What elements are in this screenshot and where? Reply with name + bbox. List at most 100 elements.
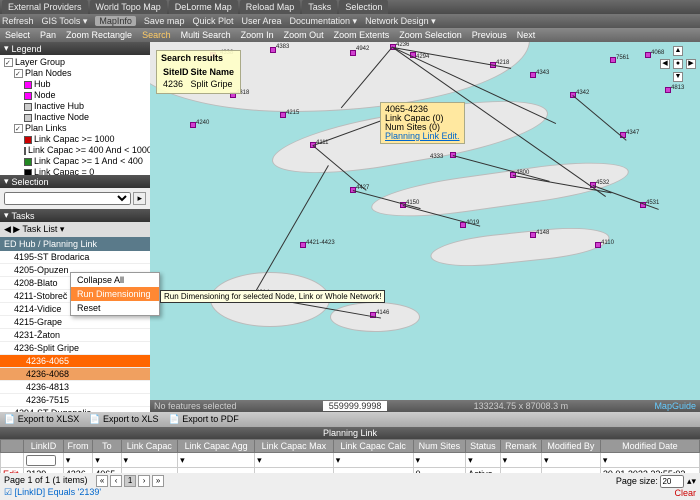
export-pdf[interactable]: 📄 Export to PDF (169, 414, 239, 425)
pan-down[interactable]: ▼ (673, 72, 683, 82)
tool-zoom-rect[interactable]: Zoom Rectangle (63, 30, 135, 40)
checkbox[interactable] (14, 69, 23, 78)
pan-center[interactable]: ● (673, 59, 683, 69)
task-item[interactable]: 4215-Grape (0, 316, 150, 329)
legend-swatch (24, 92, 32, 100)
export-xls[interactable]: 📄 Export to XLS (89, 414, 158, 425)
map-toolbar: Select Pan Zoom Rectangle Search Multi S… (0, 28, 700, 42)
menu-network-design[interactable]: Network Design ▾ (365, 16, 436, 27)
ctx-reset[interactable]: Reset (71, 301, 159, 315)
checkbox[interactable] (14, 124, 23, 133)
menu-save-map[interactable]: Save map (144, 16, 185, 26)
status-scale: 133234.75 x 87008.3 m (474, 401, 569, 411)
link-info-popup: 4065-4236Link Capac (0)Num Sites (0) Pla… (380, 102, 465, 144)
legend-swatch (24, 81, 32, 89)
task-item[interactable]: 4236-Split Gripe (0, 342, 150, 355)
task-subitem[interactable]: 4236-4068 (0, 368, 150, 381)
bottom-panel: 📄 Export to XLSX 📄 Export to XLS 📄 Expor… (0, 412, 700, 500)
pager-prev[interactable]: ‹ (110, 475, 122, 487)
context-menu: Collapse All Run Dimensioning Reset (70, 272, 160, 316)
map-nav-control: ▲ ◀ ▶ ▼ ● (660, 46, 696, 82)
pager-next[interactable]: › (138, 475, 150, 487)
task-subitem[interactable]: 4236-4813 (0, 381, 150, 394)
grid-footer: Page 1 of 1 (1 items) «‹1›» ☑ [LinkID] E… (0, 473, 700, 500)
page-size-spinner[interactable]: ▴▾ (687, 476, 696, 486)
legend-swatch (24, 136, 32, 144)
clear-filter[interactable]: Clear (674, 488, 696, 498)
pan-left[interactable]: ◀ (660, 59, 670, 69)
map-canvas[interactable]: 4338 4383 4942 4236 4294 4218 4343 4342 … (150, 42, 700, 412)
selection-header[interactable]: ▾ Selection (0, 175, 150, 188)
menu-refresh[interactable]: Refresh (2, 16, 34, 26)
tool-zoom-in[interactable]: Zoom In (238, 30, 277, 40)
menu-gis-tools[interactable]: GIS Tools ▾ (42, 16, 88, 27)
tab-delorme[interactable]: DeLorme Map (169, 0, 238, 14)
pan-right[interactable]: ▶ (686, 59, 696, 69)
filter-linkid[interactable] (26, 455, 56, 466)
grid-title: Planning Link (0, 427, 700, 439)
tool-zoom-extents[interactable]: Zoom Extents (331, 30, 393, 40)
export-xlsx[interactable]: 📄 Export to XLSX (4, 414, 79, 425)
task-item[interactable]: 4195-ST Brodarica (0, 251, 150, 264)
mapguide-brand: MapGuide (654, 401, 696, 411)
task-subitem-selected[interactable]: 4236-4065 (0, 355, 150, 368)
pager-first[interactable]: « (96, 475, 108, 487)
grid-header-row: LinkIDFromToLink CapacLink Capac AggLink… (1, 440, 700, 453)
tab-world-topo[interactable]: World Topo Map (90, 0, 167, 14)
legend-swatch (24, 103, 32, 111)
legend-swatch (24, 158, 32, 166)
pager-text: Page 1 of 1 (1 items) (4, 475, 88, 485)
menu-bar: Refresh GIS Tools ▾ MapInfo Save map Qui… (0, 14, 700, 28)
tab-reload-map[interactable]: Reload Map (240, 0, 301, 14)
tool-select[interactable]: Select (2, 30, 33, 40)
tool-zoom-out[interactable]: Zoom Out (281, 30, 327, 40)
legend-swatch (24, 114, 32, 122)
active-filter[interactable]: ☑ [LinkID] Equals '2139' (4, 487, 101, 497)
menu-quick-plot[interactable]: Quick Plot (192, 16, 233, 26)
task-list-header: ED Hub / Planning Link (0, 237, 150, 251)
selection-dropdown[interactable] (4, 192, 131, 205)
tool-search[interactable]: Search (139, 30, 174, 40)
tool-pan[interactable]: Pan (37, 30, 59, 40)
task-fwd[interactable]: ▶ (13, 224, 20, 234)
status-selected: No features selected (154, 401, 237, 411)
tool-multi-search[interactable]: Multi Search (178, 30, 234, 40)
task-list: ED Hub / Planning Link 4195-ST Brodarica… (0, 237, 150, 412)
tool-zoom-selection[interactable]: Zoom Selection (396, 30, 465, 40)
search-results-box[interactable]: Search results SiteIDSite Name 4236Split… (156, 50, 241, 94)
task-subitem[interactable]: 4236-7515 (0, 394, 150, 407)
pager-last[interactable]: » (152, 475, 164, 487)
status-coord: 559999.9998 (323, 401, 388, 411)
data-grid: LinkIDFromToLink CapacLink Capac AggLink… (0, 439, 700, 473)
tool-previous[interactable]: Previous (469, 30, 510, 40)
tab-external-providers[interactable]: External Providers (2, 0, 88, 14)
tasks-header[interactable]: ▾ Tasks (0, 209, 150, 222)
left-panel: ▾ Legend Layer Group Plan Nodes Hub Node… (0, 42, 150, 412)
legend-header[interactable]: ▾ Legend (0, 42, 150, 55)
task-back[interactable]: ◀ (4, 224, 11, 234)
tab-selection[interactable]: Selection (339, 0, 388, 14)
grid-filter-row: ▾▾▾▾▾▾▾▾▾▾▾ (1, 453, 700, 468)
task-list-menu[interactable]: Task List ▾ (22, 224, 64, 234)
legend-swatch (24, 147, 26, 155)
legend-tree: Layer Group Plan Nodes Hub Node Inactive… (0, 55, 150, 175)
page-size-input[interactable] (660, 475, 684, 488)
search-results-title: Search results (161, 53, 223, 63)
ctx-run-dimensioning[interactable]: Run Dimensioning (71, 287, 159, 301)
checkbox[interactable] (4, 58, 13, 67)
context-tooltip: Run Dimensioning for selected Node, Link… (160, 290, 385, 303)
pan-up[interactable]: ▲ (673, 46, 683, 56)
window-tabs: External Providers World Topo Map DeLorm… (0, 0, 700, 14)
menu-mapinfo[interactable]: MapInfo (95, 16, 136, 26)
selection-go[interactable]: ▸ (133, 192, 146, 205)
popup-edit-link[interactable]: Planning Link Edit. (385, 132, 460, 141)
menu-documentation[interactable]: Documentation ▾ (290, 16, 358, 27)
tool-next[interactable]: Next (514, 30, 539, 40)
map-status-bar: No features selected 559999.9998 133234.… (150, 400, 700, 412)
export-bar: 📄 Export to XLSX 📄 Export to XLS 📄 Expor… (0, 412, 700, 427)
tab-tasks[interactable]: Tasks (302, 0, 337, 14)
menu-user-area[interactable]: User Area (241, 16, 281, 26)
task-item[interactable]: 4231-Žaton (0, 329, 150, 342)
ctx-collapse-all[interactable]: Collapse All (71, 273, 159, 287)
pager-current: 1 (124, 475, 136, 487)
